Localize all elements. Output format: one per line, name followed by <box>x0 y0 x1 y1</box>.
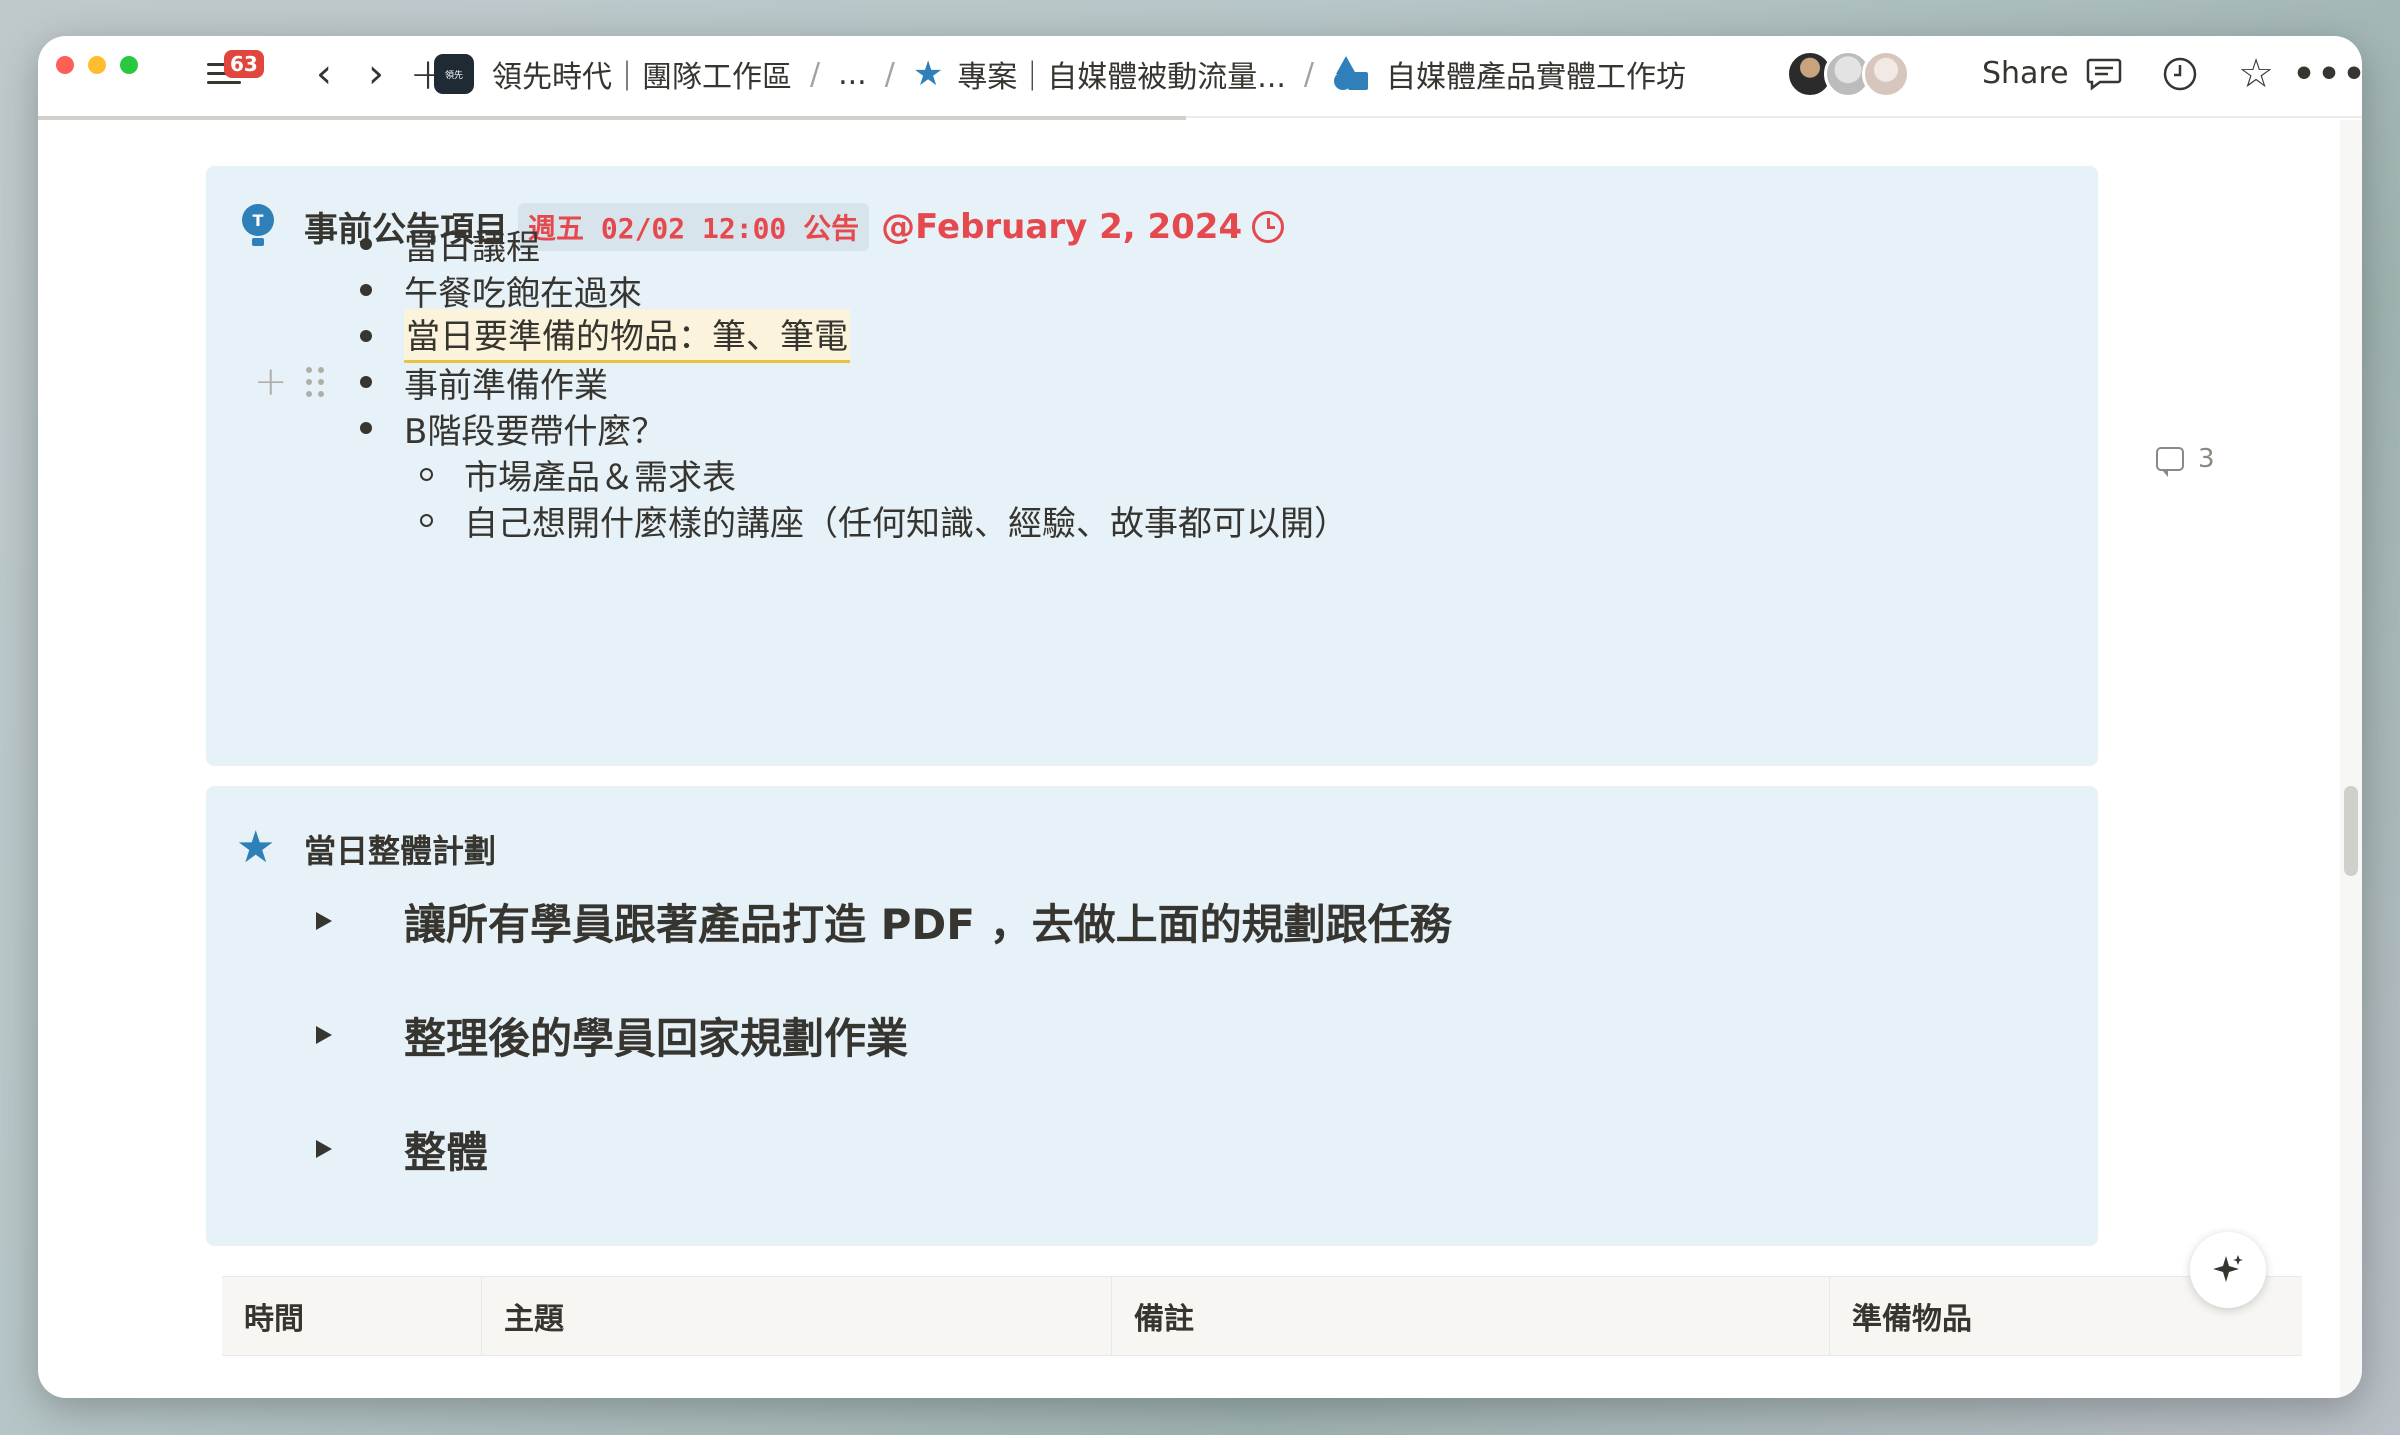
scrollbar-thumb[interactable] <box>2344 786 2358 876</box>
column-header-notes[interactable]: 備註 <box>1112 1277 1830 1355</box>
lightbulb-icon: T <box>238 204 278 250</box>
divider <box>1186 116 2362 118</box>
commented-highlighted-text[interactable]: 當日要準備的物品：筆、筆電 <box>404 309 850 363</box>
date-mention[interactable]: @February 2, 2024 <box>881 207 1242 247</box>
list-item-text[interactable]: B階段要帶什麼？ <box>404 404 665 453</box>
comment-indicator[interactable]: 3 <box>2156 444 2215 477</box>
block-controls: + <box>254 354 324 410</box>
forward-arrow-icon[interactable]: › <box>358 51 394 97</box>
callout-title: 當日整體計劃 <box>304 832 497 870</box>
ai-sparkle-button[interactable] <box>2190 1232 2266 1308</box>
reminder-alarm-icon[interactable] <box>1252 210 1285 243</box>
column-header-time[interactable]: 時間 <box>222 1277 482 1355</box>
breadcrumb-separator: / <box>1303 56 1315 92</box>
announcement-callout: T 事前公告項目 週五 02/02 12:00 公告 @February 2, … <box>206 166 2098 766</box>
list-item-text[interactable]: 當日議程 <box>404 220 540 269</box>
minimize-window-button[interactable] <box>88 56 106 74</box>
bullet-icon <box>360 422 372 434</box>
toggle-heading-text[interactable]: 整理後的學員回家規劃作業 <box>404 1005 908 1066</box>
breadcrumb: 領先 領先時代｜團隊工作區 / ... / ★ 專案｜自媒體被動流量... / … <box>434 52 1686 96</box>
top-bar: 63 ‹ › + 領先 領先時代｜團隊工作區 / ... / ★ 專案｜自媒體被… <box>38 36 2362 116</box>
star-icon: ★ <box>912 54 944 94</box>
list-item-text[interactable]: 自己想開什麼樣的講座（任何知識、經驗、故事都可以開） <box>464 496 1348 545</box>
comment-count: 3 <box>2198 444 2215 474</box>
bullet-icon <box>360 376 372 388</box>
column-header-topic[interactable]: 主題 <box>482 1277 1112 1355</box>
announcement-time-tag: 週五 02/02 12:00 公告 <box>518 202 870 251</box>
share-button[interactable]: Share <box>1982 54 2069 94</box>
toggle-heading-text[interactable]: 讓所有學員跟著產品打造 PDF ，去做上面的規劃跟任務 <box>404 891 1452 952</box>
toggle-triangle-icon[interactable] <box>316 1140 332 1158</box>
workspace-logo-icon: 領先 <box>434 54 474 94</box>
schedule-table-header: 時間 主題 備註 準備物品 <box>222 1276 2302 1356</box>
notification-badge: 63 <box>224 50 264 78</box>
breadcrumb-separator: / <box>810 56 821 92</box>
comment-bubble-icon <box>2156 447 2184 477</box>
page-load-progress <box>38 116 1186 120</box>
star-icon: ★ <box>236 822 276 873</box>
list-item-text[interactable]: 事前準備作業 <box>404 358 608 407</box>
close-window-button[interactable] <box>56 56 74 74</box>
comments-icon[interactable] <box>2080 50 2128 98</box>
breadcrumb-project[interactable]: 專案｜自媒體被動流量... <box>957 52 1286 96</box>
more-options-icon[interactable]: ••• <box>2292 50 2362 98</box>
breadcrumb-workspace[interactable]: 領先時代｜團隊工作區 <box>492 52 792 96</box>
shapes-icon <box>1332 54 1372 94</box>
bullet-icon <box>360 284 372 296</box>
breadcrumb-separator: / <box>884 56 895 92</box>
daily-plan-callout: ★ 當日整體計劃 讓所有學員跟著產品打造 PDF ，去做上面的規劃跟任務 整理後… <box>206 786 2098 1246</box>
hollow-bullet-icon <box>420 513 433 527</box>
back-arrow-icon[interactable]: ‹ <box>306 51 342 97</box>
breadcrumb-current-page[interactable]: 自媒體產品實體工作坊 <box>1386 52 1686 96</box>
bullet-icon <box>360 330 372 342</box>
list-item-text[interactable]: 午餐吃飽在過來 <box>404 266 642 315</box>
history-clock-icon[interactable] <box>2156 50 2204 98</box>
favorite-star-icon[interactable]: ☆ <box>2232 50 2280 98</box>
window-controls <box>56 56 138 74</box>
toggle-heading-text[interactable]: 整體 <box>404 1119 488 1180</box>
drag-handle-icon[interactable] <box>305 367 324 397</box>
avatar <box>1862 50 1910 98</box>
bullet-icon <box>360 238 372 250</box>
breadcrumb-ellipsis[interactable]: ... <box>838 57 867 92</box>
scrollbar[interactable] <box>2340 120 2362 1398</box>
add-block-plus-icon[interactable]: + <box>254 359 288 405</box>
toggle-triangle-icon[interactable] <box>316 912 332 930</box>
list-item-text[interactable]: 市場產品＆需求表 <box>464 450 736 499</box>
maximize-window-button[interactable] <box>120 56 138 74</box>
hollow-bullet-icon <box>420 467 433 481</box>
toggle-triangle-icon[interactable] <box>316 1026 332 1044</box>
collaborator-avatars[interactable] <box>1786 50 1910 98</box>
